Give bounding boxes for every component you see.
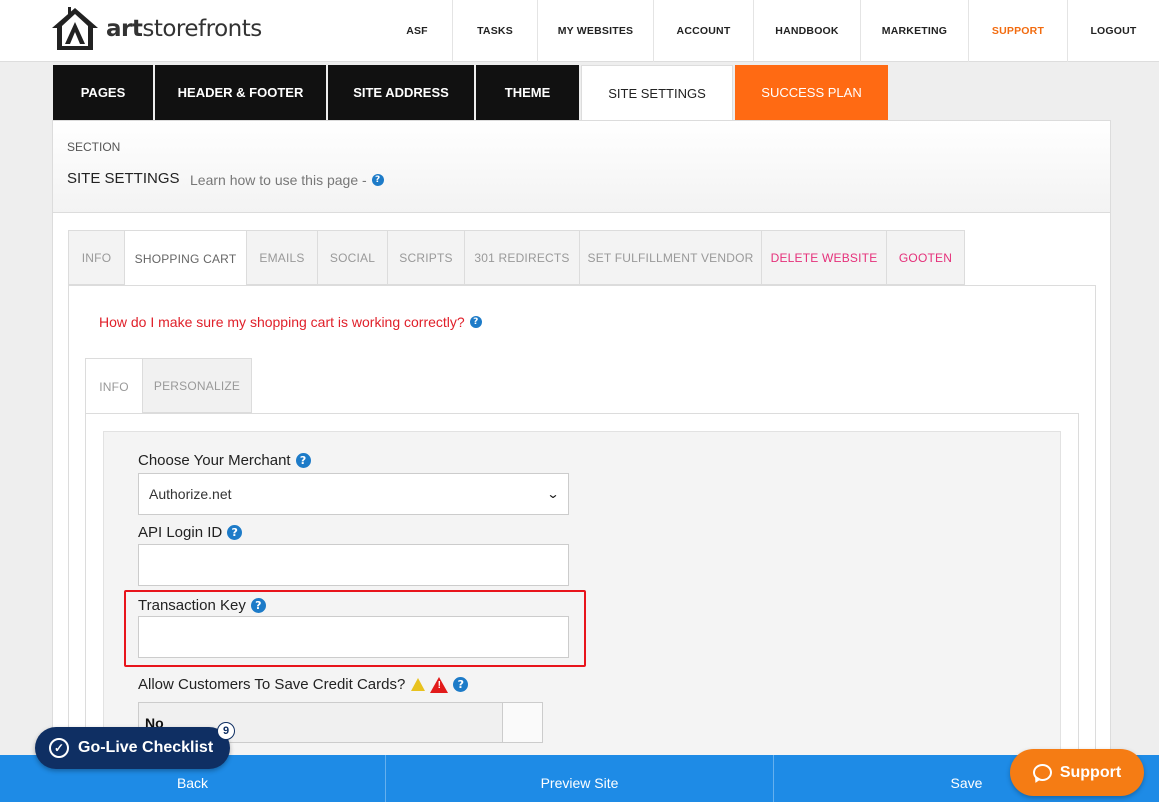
merchant-select[interactable]: Authorize.net ⌄ (138, 473, 569, 515)
learn-link-text: Learn how to use this page - (190, 172, 367, 188)
section-title: SITE SETTINGS (67, 170, 180, 187)
tab-site-address[interactable]: SITE ADDRESS (328, 65, 474, 120)
help-icon[interactable]: ? (371, 174, 384, 186)
checklist-count-badge: 9 (217, 722, 235, 740)
save-cards-label: Allow Customers To Save Credit Cards? ! … (138, 676, 469, 693)
flask-icon (411, 678, 426, 691)
top-nav: ASF TASKS MY WEBSITES ACCOUNT HANDBOOK M… (382, 0, 1159, 62)
cart-help-link[interactable]: How do I make sure my shopping cart is w… (99, 314, 482, 330)
help-icon[interactable]: ? (250, 598, 266, 613)
help-icon[interactable]: ? (295, 453, 311, 468)
nav-marketing[interactable]: MARKETING (860, 0, 968, 62)
section-label: SECTION (67, 140, 121, 154)
merchant-select-value: Authorize.net (149, 486, 232, 502)
tab-theme[interactable]: THEME (476, 65, 579, 120)
nav-logout[interactable]: LOGOUT (1067, 0, 1159, 62)
logo[interactable]: artstorefronts (50, 6, 262, 52)
subtab-info[interactable]: INFO (68, 230, 125, 285)
innertab-info[interactable]: INFO (85, 358, 143, 414)
logo-text: artstorefronts (106, 16, 262, 42)
nav-asf[interactable]: ASF (382, 0, 452, 62)
nav-tasks[interactable]: TASKS (452, 0, 537, 62)
api-login-label-text: API Login ID (138, 524, 223, 541)
nav-my-websites[interactable]: MY WEBSITES (537, 0, 653, 62)
tab-pages[interactable]: PAGES (53, 65, 153, 120)
subtab-delete-website[interactable]: DELETE WEBSITE (762, 230, 887, 285)
subtab-emails[interactable]: EMAILS (247, 230, 318, 285)
nav-account[interactable]: ACCOUNT (653, 0, 753, 62)
subtab-set-fulfillment-vendor[interactable]: SET FULFILLMENT VENDOR (580, 230, 762, 285)
preview-site-button[interactable]: Preview Site (385, 755, 773, 802)
subtab-social[interactable]: SOCIAL (318, 230, 388, 285)
help-icon[interactable]: ? (453, 677, 469, 692)
learn-link[interactable]: Learn how to use this page - ? (190, 172, 384, 188)
subtab-gooten[interactable]: GOOTEN (887, 230, 965, 285)
subtab-301-redirects[interactable]: 301 REDIRECTS (465, 230, 580, 285)
main-tabs: PAGES HEADER & FOOTER SITE ADDRESS THEME… (53, 65, 890, 121)
support-chat-button[interactable]: Support (1010, 749, 1144, 796)
tab-header-footer[interactable]: HEADER & FOOTER (155, 65, 326, 120)
support-chat-label: Support (1059, 763, 1122, 781)
help-icon[interactable]: ? (227, 525, 243, 540)
settings-subtabs: INFO SHOPPING CART EMAILS SOCIAL SCRIPTS… (68, 230, 965, 286)
subtab-shopping-cart[interactable]: SHOPPING CART (125, 230, 247, 286)
innertab-personalize[interactable]: PERSONALIZE (143, 358, 252, 413)
chevron-down-icon: ⌄ (546, 487, 560, 501)
transaction-key-label-text: Transaction Key (138, 597, 246, 614)
subtab-scripts[interactable]: SCRIPTS (388, 230, 465, 285)
chat-bubble-icon (1032, 764, 1052, 781)
transaction-key-input[interactable] (138, 616, 569, 658)
merchant-form: Choose Your Merchant ? Authorize.net ⌄ A… (103, 431, 1061, 802)
toggle-knob[interactable] (502, 702, 543, 743)
api-login-input[interactable] (138, 544, 569, 586)
api-login-label: API Login ID ? (138, 524, 243, 541)
section-header: SECTION SITE SETTINGS Learn how to use t… (53, 121, 1110, 213)
merchant-label: Choose Your Merchant ? (138, 452, 311, 469)
cart-inner-tabs: INFO PERSONALIZE (85, 358, 252, 414)
tab-site-settings[interactable]: SITE SETTINGS (581, 65, 733, 121)
go-live-checklist-button[interactable]: ✓ Go-Live Checklist (35, 727, 230, 769)
cart-help-link-text: How do I make sure my shopping cart is w… (99, 314, 465, 330)
top-bar: artstorefronts ASF TASKS MY WEBSITES ACC… (0, 0, 1159, 62)
save-cards-label-text: Allow Customers To Save Credit Cards? (138, 676, 406, 693)
nav-support[interactable]: SUPPORT (968, 0, 1067, 62)
merchant-label-text: Choose Your Merchant (138, 452, 291, 469)
cart-info-panel: Choose Your Merchant ? Authorize.net ⌄ A… (85, 413, 1079, 802)
help-icon[interactable]: ? (469, 316, 482, 328)
house-logo-icon (52, 7, 98, 50)
warning-icon: ! (430, 676, 449, 693)
main-panel: SECTION SITE SETTINGS Learn how to use t… (52, 120, 1111, 802)
transaction-key-label: Transaction Key ? (138, 597, 266, 614)
go-live-checklist-label: Go-Live Checklist (78, 739, 214, 756)
tab-success-plan[interactable]: SUCCESS PLAN (735, 65, 888, 120)
check-circle-icon: ✓ (49, 738, 69, 758)
nav-handbook[interactable]: HANDBOOK (753, 0, 860, 62)
